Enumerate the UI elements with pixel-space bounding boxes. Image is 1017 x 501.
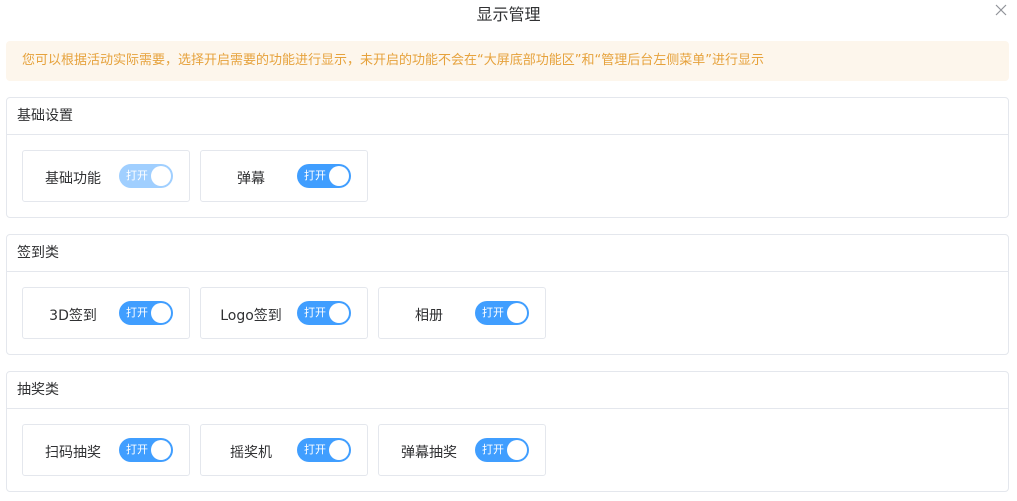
toggle-switch-scan-lottery[interactable]: 打开 — [119, 438, 173, 462]
feature-label: 基础功能 — [45, 171, 101, 187]
close-button[interactable] — [990, 0, 1012, 20]
switch-text: 打开 — [304, 443, 326, 456]
switch-text: 打开 — [126, 169, 148, 182]
feature-card-lottery-machine: 摇奖机 打开 — [200, 424, 368, 476]
toggle-switch-logo-checkin[interactable]: 打开 — [297, 301, 351, 325]
feature-label: 扫码抽奖 — [45, 445, 101, 461]
switch-knob — [329, 166, 349, 186]
toggle-switch-3d-checkin[interactable]: 打开 — [119, 301, 173, 325]
section-title: 签到类 — [7, 235, 1008, 272]
toggle-switch-album[interactable]: 打开 — [475, 301, 529, 325]
feature-label: Logo签到 — [220, 308, 282, 324]
section-checkin: 签到类 3D签到 打开 Logo签到 打开 相册 打开 — [6, 234, 1009, 355]
feature-card-basic: 基础功能 打开 — [22, 150, 190, 202]
switch-text: 打开 — [304, 169, 326, 182]
switch-knob — [151, 166, 171, 186]
toggle-switch-lottery-machine[interactable]: 打开 — [297, 438, 351, 462]
feature-label: 弹幕抽奖 — [401, 445, 457, 461]
feature-card-scan-lottery: 扫码抽奖 打开 — [22, 424, 190, 476]
switch-knob — [507, 303, 527, 323]
notice-banner: 您可以根据活动实际需要，选择开启需要的功能进行显示，未开启的功能不会在“大屏底部… — [6, 41, 1009, 81]
dialog-title: 显示管理 — [476, 5, 541, 24]
switch-text: 打开 — [126, 306, 148, 319]
switch-text: 打开 — [126, 443, 148, 456]
switch-knob — [507, 440, 527, 460]
section-title: 抽奖类 — [7, 372, 1008, 409]
feature-card-danmaku: 弹幕 打开 — [200, 150, 368, 202]
feature-card-logo-checkin: Logo签到 打开 — [200, 287, 368, 339]
feature-label: 相册 — [415, 308, 443, 324]
section-lottery: 抽奖类 扫码抽奖 打开 摇奖机 打开 弹幕抽奖 打开 — [6, 371, 1009, 492]
switch-knob — [329, 303, 349, 323]
switch-knob — [329, 440, 349, 460]
switch-knob — [151, 303, 171, 323]
switch-text: 打开 — [304, 306, 326, 319]
section-basic-settings: 基础设置 基础功能 打开 弹幕 打开 — [6, 97, 1009, 218]
switch-knob — [151, 440, 171, 460]
feature-card-danmaku-lottery: 弹幕抽奖 打开 — [378, 424, 546, 476]
close-icon[interactable] — [995, 4, 1007, 16]
switch-text: 打开 — [482, 306, 504, 319]
toggle-switch-basic[interactable]: 打开 — [119, 164, 173, 188]
section-title: 基础设置 — [7, 98, 1008, 135]
toggle-switch-danmaku[interactable]: 打开 — [297, 164, 351, 188]
toggle-switch-danmaku-lottery[interactable]: 打开 — [475, 438, 529, 462]
feature-card-album: 相册 打开 — [378, 287, 546, 339]
feature-card-3d-checkin: 3D签到 打开 — [22, 287, 190, 339]
feature-label: 3D签到 — [49, 308, 97, 324]
switch-text: 打开 — [482, 443, 504, 456]
feature-label: 摇奖机 — [230, 445, 272, 461]
feature-label: 弹幕 — [237, 171, 265, 187]
